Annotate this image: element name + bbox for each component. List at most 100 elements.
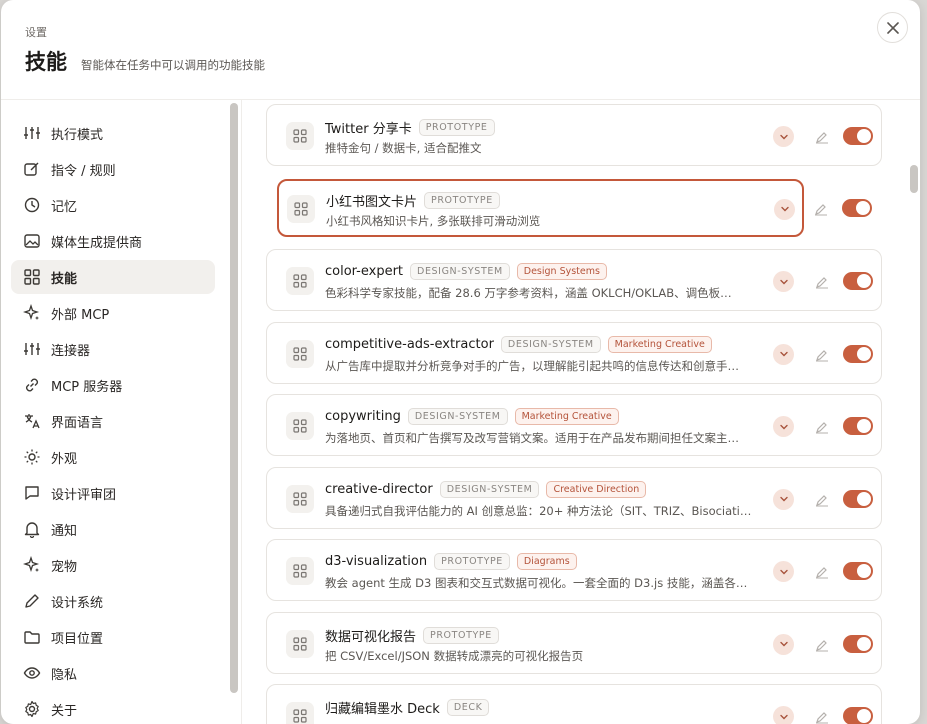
edit-icon[interactable]: [814, 201, 828, 215]
sidebar-item-label: 界面语言: [51, 415, 104, 431]
skill-description: 把 CSV/Excel/JSON 数据转成漂亮的可视化报告页: [325, 648, 584, 663]
pencil-icon: [23, 592, 41, 610]
edit-icon[interactable]: [815, 492, 829, 506]
edit-icon[interactable]: [815, 129, 829, 144]
skill-toggle[interactable]: [842, 198, 872, 217]
expand-button[interactable]: [773, 488, 794, 510]
skill-type-tag: DESIGN-SYSTEM: [407, 408, 508, 425]
sidebar-item-16[interactable]: 关于: [11, 692, 215, 724]
sidebar-item-13[interactable]: 设计系统: [11, 584, 215, 618]
sidebar-scrollbar[interactable]: [230, 103, 238, 693]
skill-card[interactable]: 小红书图文卡片 PROTOTYPE 小红书风格知识卡片, 多张联排可滑动浏览: [277, 178, 804, 237]
modal-header: 设置 技能 智能体在任务中可以调用的功能技能: [1, 0, 920, 100]
sidebar-item-3[interactable]: 媒体生成提供商: [11, 224, 215, 258]
sidebar-item-label: 设计系统: [51, 595, 104, 611]
edit-icon[interactable]: [815, 637, 829, 651]
sidebar-item-9[interactable]: 外观: [11, 440, 215, 474]
page-subtitle: 智能体在任务中可以调用的功能技能: [81, 58, 265, 72]
skill-card[interactable]: color-expert DESIGN-SYSTEM Design Systems 色…: [266, 249, 882, 311]
chevron-down-icon: [779, 712, 789, 722]
sidebar-item-14[interactable]: 项目位置: [11, 620, 215, 654]
sidebar-item-4[interactable]: 技能: [11, 260, 215, 294]
sidebar-item-7[interactable]: MCP 服务器: [11, 368, 215, 402]
sidebar-item-label: 项目位置: [51, 631, 104, 647]
vertical-divider: [241, 100, 242, 724]
skill-toggle[interactable]: [843, 344, 873, 363]
skills-scrollbar[interactable]: [910, 165, 918, 193]
sidebar-item-12[interactable]: 宠物: [11, 548, 215, 582]
edit-icon[interactable]: [815, 709, 829, 724]
edit-square-icon: [23, 160, 41, 178]
expand-button[interactable]: [773, 126, 794, 147]
chevron-down-icon: [779, 567, 789, 577]
gear-icon: [23, 700, 41, 718]
edit-icon[interactable]: [815, 274, 829, 289]
skill-toggle[interactable]: [843, 707, 873, 724]
skill-card[interactable]: 数据可视化报告 PROTOTYPE 把 CSV/Excel/JSON 数据转成漂亮的…: [266, 611, 882, 674]
skill-type-tag: PROTOTYPE: [418, 119, 495, 136]
skill-title: d3-visualization: [325, 554, 428, 569]
sidebar-item-label: 执行模式: [51, 127, 104, 143]
skill-title: 归藏编辑墨水 Deck: [325, 702, 440, 717]
skill-title: color-expert: [325, 264, 404, 279]
expand-button[interactable]: [773, 416, 794, 437]
edit-icon[interactable]: [815, 564, 829, 579]
skill-category-tag: Diagrams: [516, 553, 577, 570]
expand-button[interactable]: [773, 633, 794, 655]
sidebar-item-2[interactable]: 记忆: [11, 188, 215, 222]
skill-card[interactable]: competitive-ads-extractor DESIGN-SYSTEM Ma…: [266, 321, 882, 384]
chevron-down-icon: [779, 132, 789, 142]
skill-title-row: creative-director DESIGN-SYSTEM Creative D…: [325, 480, 647, 498]
sidebar-item-8[interactable]: 界面语言: [11, 404, 215, 438]
chevron-down-icon: [779, 494, 789, 504]
sparkle-icon: [23, 304, 41, 322]
skill-grid-icon: [286, 557, 314, 585]
skill-card[interactable]: copywriting DESIGN-SYSTEM Marketing Creati…: [266, 394, 882, 456]
sidebar-item-6[interactable]: 连接器: [11, 332, 215, 366]
skill-toggle[interactable]: [843, 127, 873, 145]
skill-type-tag: PROTOTYPE: [434, 553, 510, 570]
expand-button[interactable]: [773, 343, 794, 365]
sidebar-item-label: 外观: [51, 451, 78, 467]
skill-grid-icon: [286, 122, 314, 150]
skill-grid-icon: [286, 339, 314, 368]
skill-title: 小红书图文卡片: [326, 194, 418, 210]
sidebar-item-11[interactable]: 通知: [11, 512, 215, 546]
sidebar-item-0[interactable]: 执行模式: [11, 116, 215, 150]
close-button[interactable]: [877, 12, 908, 43]
skill-card[interactable]: 归藏编辑墨水 Deck DECK: [266, 684, 882, 724]
skill-type-tag: DESIGN-SYSTEM: [410, 263, 510, 280]
chat-bubble-icon: [23, 484, 41, 502]
skill-card[interactable]: d3-visualization PROTOTYPE Diagrams 教会 agen…: [266, 539, 882, 601]
folder-icon: [23, 628, 41, 646]
skill-toggle[interactable]: [843, 417, 873, 435]
sidebar-item-label: 通知: [51, 523, 78, 539]
sidebar-item-1[interactable]: 指令 / 规则: [11, 152, 215, 186]
sidebar-item-label: 记忆: [51, 199, 78, 215]
skill-toggle[interactable]: [843, 272, 873, 290]
sun-icon: [23, 448, 41, 466]
sidebar-item-5[interactable]: 外部 MCP: [11, 296, 215, 330]
skill-title: copywriting: [325, 409, 401, 424]
skill-toggle[interactable]: [843, 634, 873, 653]
skill-card[interactable]: Twitter 分享卡 PROTOTYPE 推特金句 / 数据卡, 适合配推文: [266, 104, 882, 166]
skill-toggle[interactable]: [843, 489, 873, 508]
expand-button[interactable]: [773, 561, 794, 582]
sidebar-item-10[interactable]: 设计评审团: [11, 476, 215, 510]
skill-category-tag: Marketing Creative: [514, 408, 619, 425]
translate-icon: [23, 412, 41, 430]
sidebar-item-15[interactable]: 隐私: [11, 656, 215, 690]
expand-button[interactable]: [774, 198, 795, 220]
skill-toggle[interactable]: [843, 562, 873, 580]
edit-icon[interactable]: [815, 419, 829, 434]
skill-description: 教会 agent 生成 D3 图表和交互式数据可视化。一套全面的 D3.js 技…: [325, 576, 748, 590]
skill-type-tag: DESIGN-SYSTEM: [439, 480, 540, 498]
chevron-down-icon: [779, 639, 789, 649]
expand-button[interactable]: [773, 271, 794, 292]
expand-button[interactable]: [773, 706, 794, 724]
edit-icon[interactable]: [815, 347, 829, 361]
skill-title: competitive-ads-extractor: [325, 336, 494, 352]
skill-card[interactable]: creative-director DESIGN-SYSTEM Creative D…: [266, 466, 882, 529]
link-icon: [23, 376, 41, 394]
sliders-icon: [23, 340, 41, 358]
